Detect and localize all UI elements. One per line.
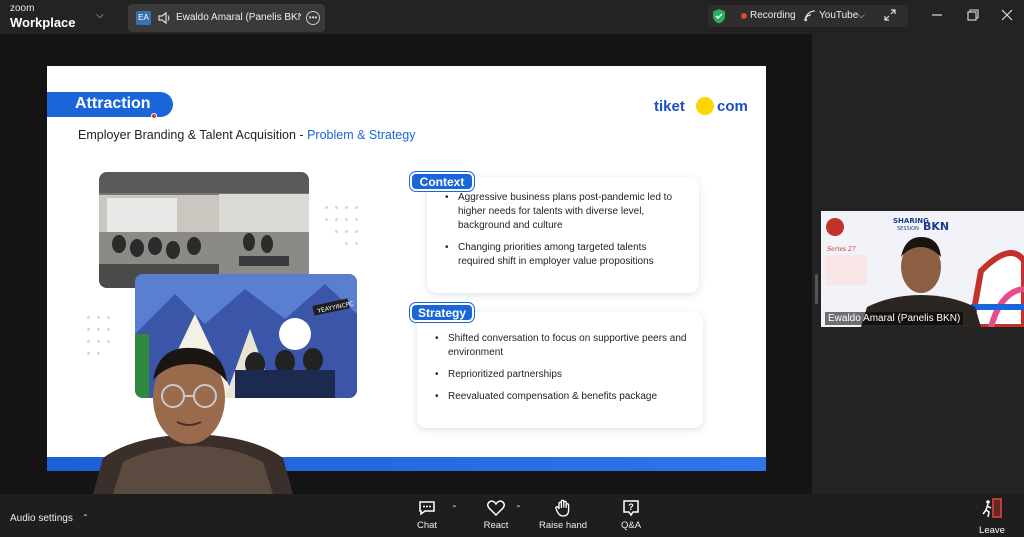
qa-icon: ? [623, 500, 639, 517]
banner-session: SESSION [897, 226, 919, 232]
logo-text-right: com [717, 98, 748, 115]
raise-hand-label: Raise hand [538, 520, 588, 531]
shield-icon[interactable] [712, 8, 726, 24]
close-icon[interactable] [1000, 8, 1014, 22]
title-bar: zoom Workplace ⌵ EA Ewaldo Amaral (Panel… [0, 0, 1024, 34]
chevron-up-icon[interactable]: ⌃ [515, 504, 522, 513]
strategy-item: Reevaluated compensation & benefits pack… [435, 390, 687, 404]
zoom-window: zoom Workplace ⌵ EA Ewaldo Amaral (Panel… [0, 0, 1024, 537]
expand-icon[interactable] [884, 9, 896, 21]
section-title: Attraction [75, 95, 151, 112]
meeting-tab[interactable]: EA Ewaldo Amaral (Panelis BKN)' ••• [128, 4, 325, 32]
react-label: React [483, 520, 509, 531]
leave-icon [982, 498, 1002, 518]
subtitle-main: Employer Branding & Talent Acquisition - [78, 128, 308, 142]
brand-line1: zoom [10, 3, 35, 14]
recording-label[interactable]: Recording [750, 10, 796, 21]
restore-icon[interactable] [966, 8, 980, 22]
participant-video-tile[interactable]: SHARING SESSION BKN Series 27 Ewaldo Ama… [821, 211, 1024, 327]
context-item: Aggressive business plans post-pandemic … [445, 191, 683, 233]
banner-series: Series 27 [827, 246, 856, 253]
livestream-label[interactable]: YouTube [819, 10, 858, 21]
speaker-icon [158, 11, 170, 25]
strategy-list: Shifted conversation to focus on support… [435, 332, 687, 412]
livestream-icon [804, 10, 816, 22]
avatar: EA [136, 11, 151, 25]
hand-icon [555, 499, 570, 517]
context-item: Changing priorities among targeted talen… [445, 241, 683, 269]
audio-settings-button[interactable]: Audio settings [10, 513, 73, 524]
presenter-video [93, 338, 293, 494]
chat-icon [419, 501, 435, 516]
app-brand: zoom Workplace [10, 3, 76, 30]
more-icon[interactable]: ••• [306, 11, 320, 25]
leave-label: Leave [979, 525, 1005, 536]
context-list: Aggressive business plans post-pandemic … [445, 191, 683, 277]
office-meeting-photo [99, 172, 309, 288]
meeting-toolbar: Audio settings ⌃ Chat ⌃ React ⌃ Raise ha… [0, 494, 1024, 537]
strategy-item: Shifted conversation to focus on support… [435, 332, 687, 360]
context-label-pill: Context [410, 172, 474, 191]
slide-subtitle: Employer Branding & Talent Acquisition -… [78, 128, 415, 142]
subtitle-accent: Problem & Strategy [307, 128, 416, 142]
raise-hand-button[interactable]: Raise hand [535, 498, 591, 536]
chat-button[interactable]: Chat [399, 498, 455, 536]
meeting-tab-title: Ewaldo Amaral (Panelis BKN)' [176, 12, 301, 23]
strategy-item: Reprioritized partnerships [435, 368, 687, 382]
qa-label: Q&A [620, 520, 642, 531]
participant-name: Ewaldo Amaral (Panelis BKN) [825, 312, 964, 325]
chevron-up-icon[interactable]: ⌃ [451, 504, 458, 513]
qa-button[interactable]: ? Q&A [603, 498, 659, 536]
chevron-down-icon[interactable]: ⌵ [96, 10, 104, 21]
brand-line2: Workplace [10, 15, 76, 30]
logo-text-left: tiket [654, 98, 685, 115]
minimize-icon[interactable] [930, 8, 944, 22]
panel-resize-handle[interactable] [815, 274, 818, 304]
heart-icon [486, 500, 506, 517]
banner-bkn: BKN [923, 220, 949, 233]
qa-icon-glyph: ? [628, 502, 634, 512]
chevron-up-icon[interactable]: ⌃ [82, 513, 89, 522]
context-card: Aggressive business plans post-pandemic … [427, 177, 699, 293]
leave-button[interactable]: Leave [972, 498, 1012, 536]
strategy-label: Strategy [417, 306, 467, 320]
chat-label: Chat [416, 520, 438, 531]
chevron-down-icon[interactable]: ⌵ [858, 10, 865, 21]
strategy-card: Shifted conversation to focus on support… [417, 312, 703, 428]
logo-dot [696, 97, 714, 115]
laser-pointer [151, 113, 157, 119]
strategy-label-pill: Strategy [410, 303, 474, 322]
context-label: Context [419, 175, 465, 189]
record-dot-icon [741, 13, 747, 19]
recording-status-bar: Recording YouTube ⌵ [708, 5, 908, 27]
